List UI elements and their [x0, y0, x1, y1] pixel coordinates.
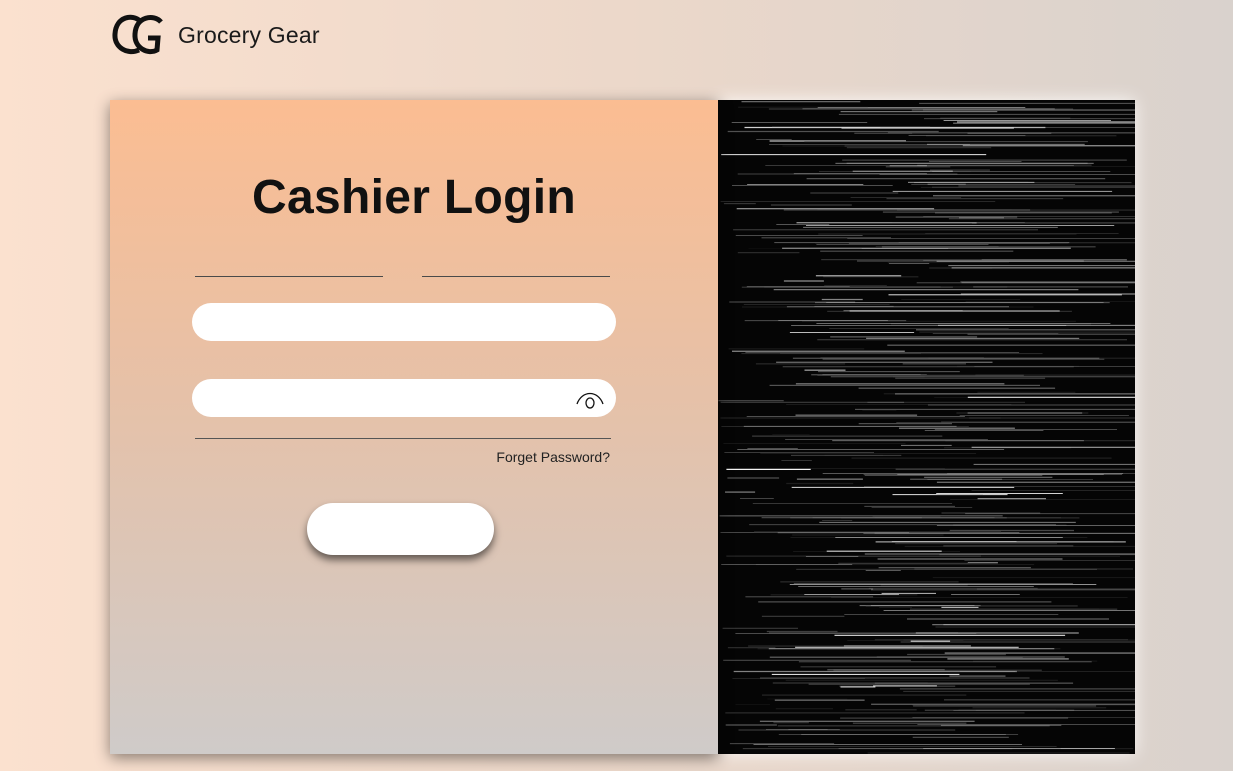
gg-monogram-icon — [112, 14, 163, 55]
login-button[interactable] — [307, 503, 494, 555]
tab-underline-left[interactable] — [195, 276, 383, 277]
password-input[interactable] — [192, 379, 616, 417]
tab-underline-right[interactable] — [422, 276, 610, 277]
divider — [195, 438, 611, 439]
login-card: Cashier Login Forget Password? — [110, 100, 718, 754]
forgot-password-link[interactable]: Forget Password? — [410, 449, 610, 465]
eye-icon[interactable] — [574, 384, 606, 412]
brand-name: Grocery Gear — [178, 21, 320, 48]
streak-lines — [718, 101, 1135, 754]
brand-header[interactable]: Grocery Gear — [108, 10, 320, 60]
username-input[interactable] — [192, 303, 616, 341]
decorative-streak-panel — [718, 100, 1135, 754]
page-title: Cashier Login — [252, 171, 576, 224]
